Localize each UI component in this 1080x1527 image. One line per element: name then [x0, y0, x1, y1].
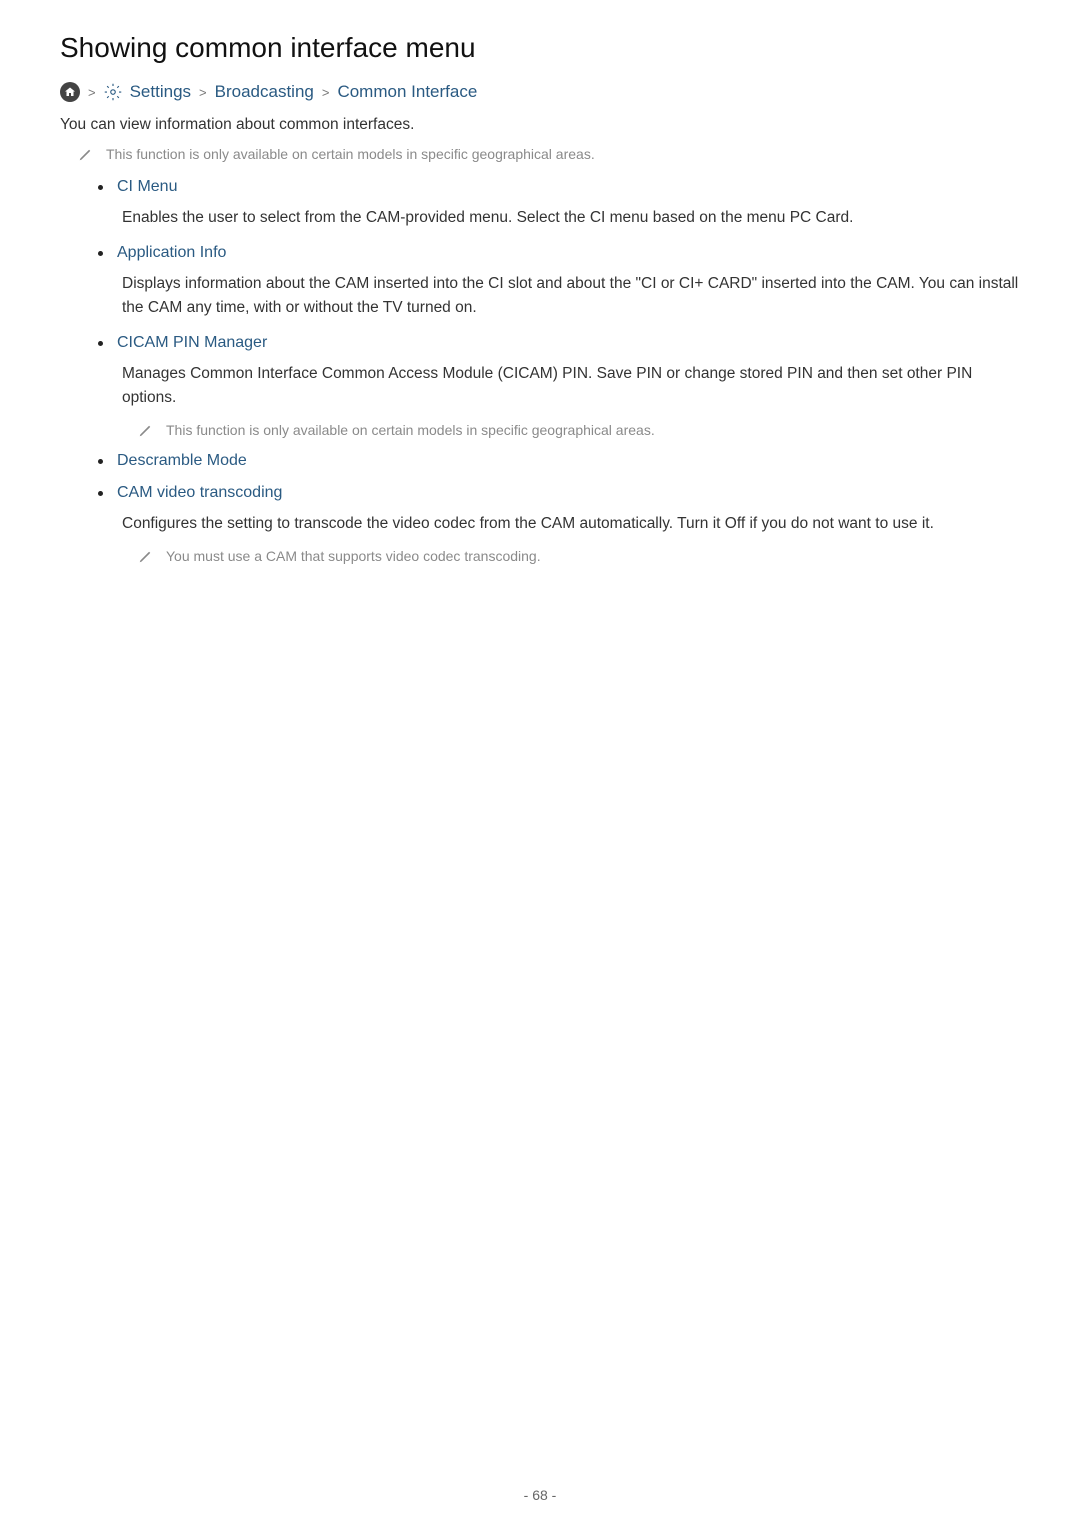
- item-cam-video-transcoding[interactable]: CAM video transcoding: [117, 484, 282, 502]
- list-item: CAM video transcoding Configures the set…: [98, 484, 1020, 564]
- breadcrumb-settings[interactable]: Settings: [130, 82, 191, 102]
- bullet-icon: [98, 341, 103, 346]
- cam-support-note: You must use a CAM that supports video c…: [138, 548, 1020, 564]
- note-text: This function is only available on certa…: [166, 422, 655, 438]
- bullet-icon: [98, 185, 103, 190]
- list-item: Descramble Mode: [98, 452, 1020, 470]
- bullet-icon: [98, 491, 103, 496]
- list-item: CI Menu Enables the user to select from …: [98, 178, 1020, 230]
- note-icon: [78, 148, 92, 162]
- gear-icon[interactable]: [104, 83, 122, 101]
- note-icon: [138, 424, 152, 438]
- breadcrumb: > Settings > Broadcasting > Common Inter…: [60, 82, 1020, 102]
- item-desc: Displays information about the CAM inser…: [122, 272, 1020, 320]
- note-text: This function is only available on certa…: [106, 146, 595, 162]
- home-icon[interactable]: [60, 82, 80, 102]
- breadcrumb-broadcasting[interactable]: Broadcasting: [215, 82, 314, 102]
- intro-text: You can view information about common in…: [60, 116, 1020, 134]
- note-text: You must use a CAM that supports video c…: [166, 548, 541, 564]
- item-application-info[interactable]: Application Info: [117, 244, 226, 262]
- page-heading: Showing common interface menu: [60, 32, 1020, 64]
- item-descramble-mode[interactable]: Descramble Mode: [117, 452, 247, 470]
- chevron-icon: >: [322, 85, 330, 100]
- chevron-icon: >: [199, 85, 207, 100]
- note-icon: [138, 550, 152, 564]
- item-ci-menu[interactable]: CI Menu: [117, 178, 177, 196]
- list-item: CICAM PIN Manager Manages Common Interfa…: [98, 334, 1020, 438]
- availability-note: This function is only available on certa…: [78, 146, 1020, 162]
- item-desc: Manages Common Interface Common Access M…: [122, 362, 1020, 410]
- chevron-icon: >: [88, 85, 96, 100]
- bullet-icon: [98, 251, 103, 256]
- item-desc: Enables the user to select from the CAM-…: [122, 206, 1020, 230]
- item-desc: Configures the setting to transcode the …: [122, 512, 1020, 536]
- availability-note: This function is only available on certa…: [138, 422, 1020, 438]
- item-cicam-pin-manager[interactable]: CICAM PIN Manager: [117, 334, 267, 352]
- bullet-icon: [98, 459, 103, 464]
- page-number: - 68 -: [0, 1487, 1080, 1503]
- breadcrumb-common-interface[interactable]: Common Interface: [337, 82, 477, 102]
- list-item: Application Info Displays information ab…: [98, 244, 1020, 320]
